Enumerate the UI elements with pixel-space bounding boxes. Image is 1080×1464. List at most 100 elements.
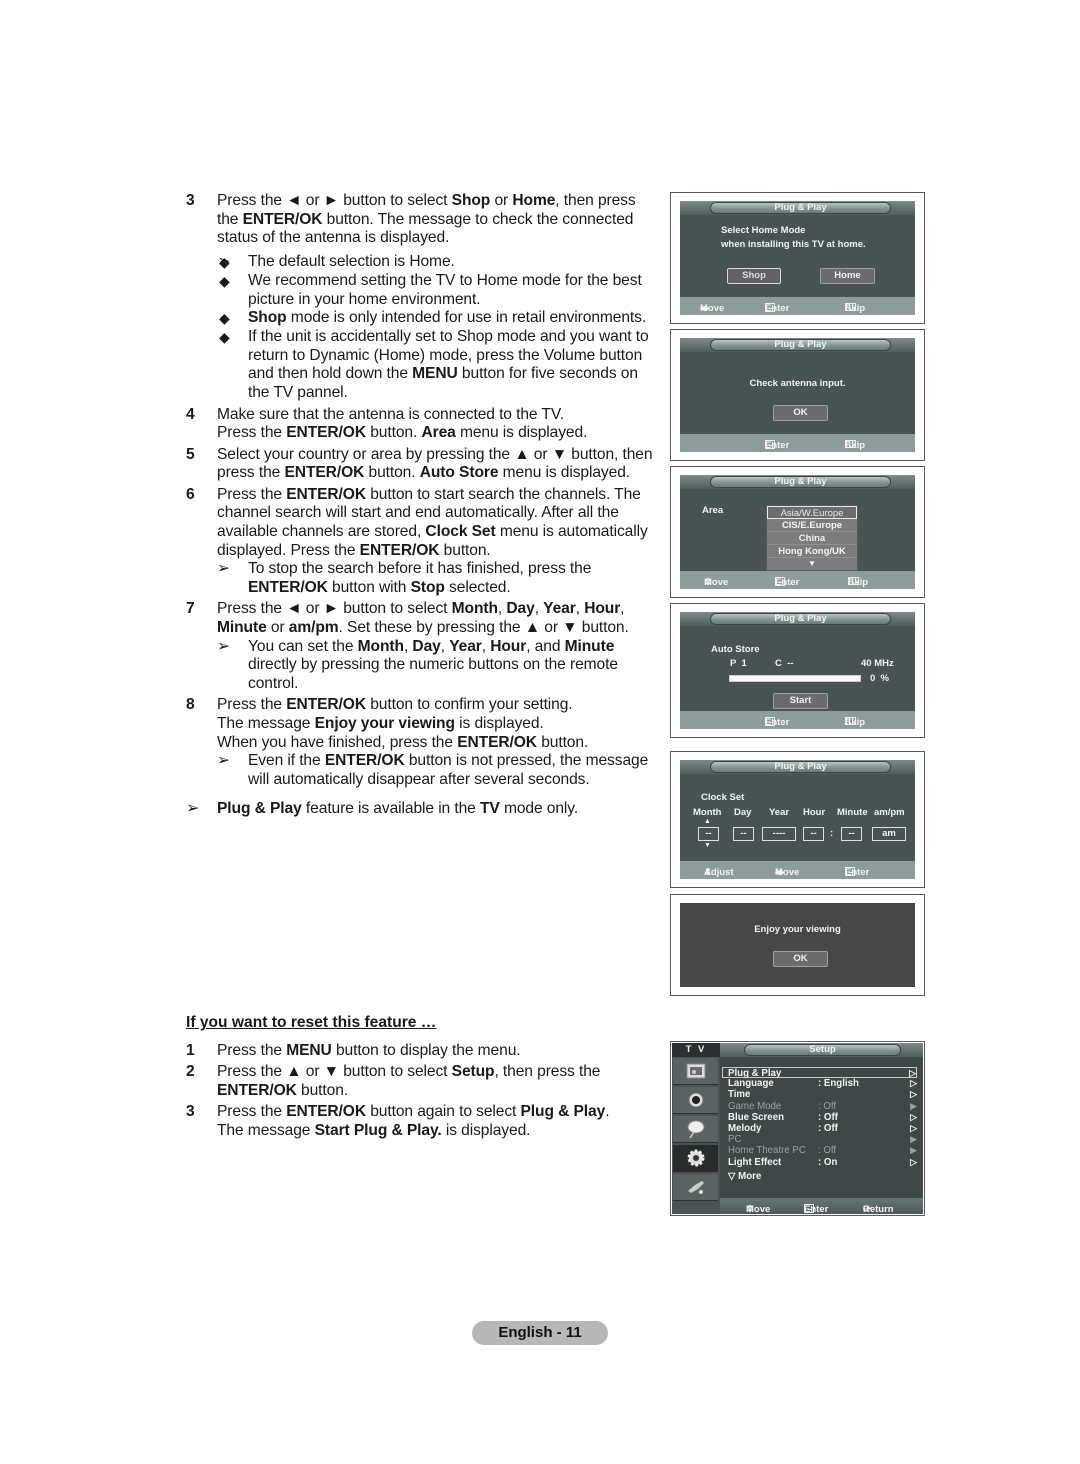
- osd-title: Plug & Play: [710, 339, 891, 351]
- bullet-item: ◆ We recommend setting the TV to Home mod…: [219, 271, 642, 308]
- note-arrow-icon: ➢: [217, 637, 230, 655]
- channel-number: C --: [775, 658, 794, 669]
- reset-section-title: If you want to reset this feature …: [186, 1014, 437, 1031]
- up-arrow-icon[interactable]: ▲: [704, 818, 711, 825]
- tv-mode-note: ➢ Plug & Play feature is available in th…: [186, 799, 579, 817]
- step-text: Press the ENTER/OK button to start searc…: [217, 485, 648, 559]
- sidebar-item-picture[interactable]: [673, 1058, 718, 1085]
- menu-item-blue-screen[interactable]: Blue Screen: Off ▷: [728, 1112, 917, 1123]
- step-text: Select your country or area by pressing …: [217, 445, 653, 482]
- note-arrow-icon: ➢: [186, 799, 200, 817]
- area-option[interactable]: China: [767, 532, 857, 545]
- step-8: 8 Press the ENTER/OK button to confirm y…: [186, 696, 656, 790]
- menu-item-light-effect[interactable]: Light Effect: On ▷: [728, 1157, 917, 1168]
- year-field[interactable]: ----: [762, 827, 796, 841]
- menu-item-melody[interactable]: Melody: Off ▷: [728, 1123, 917, 1134]
- time-separator: :: [830, 828, 834, 839]
- screen-enjoy-viewing: Enjoy your viewing OK: [670, 894, 925, 996]
- step-number: 5: [186, 445, 195, 463]
- ok-button[interactable]: OK: [773, 951, 828, 967]
- area-label: Area: [702, 505, 724, 516]
- down-arrow-icon[interactable]: ▼: [704, 842, 711, 849]
- diamond-bullet-icon: ◆: [219, 310, 230, 327]
- scroll-down-icon[interactable]: ▼: [767, 558, 857, 569]
- sidebar-item-channel[interactable]: [673, 1116, 718, 1143]
- menu-item-plug-and-play[interactable]: Plug & Play ▷: [722, 1067, 917, 1079]
- osd-title: Plug & Play: [710, 613, 891, 625]
- screen-clock-set: Plug & Play Clock Set Month Day Year Hou…: [670, 751, 925, 888]
- sidebar-item-setup[interactable]: [673, 1145, 718, 1172]
- menu-item-pc: PC ▶: [728, 1134, 917, 1146]
- bullet-item: ◆ If the unit is accidentally set to Shop…: [219, 327, 649, 402]
- input-plug-icon: [687, 1181, 704, 1194]
- start-button[interactable]: Start: [773, 693, 828, 709]
- step-text: Press the ENTER/OK button to confirm you…: [217, 696, 589, 751]
- step-text: Press the ◄ or ► button to select Shop o…: [217, 192, 636, 247]
- step-number: 2: [186, 1063, 195, 1081]
- day-header: Day: [734, 807, 752, 818]
- instructions-column: 3 Press the ◄ or ► button to select Shop…: [186, 192, 656, 819]
- diamond-bullet-icon: ◆: [219, 272, 230, 289]
- osd-title: Plug & Play: [710, 202, 891, 214]
- home-button[interactable]: Home: [820, 268, 875, 284]
- ampm-header: am/pm: [874, 807, 905, 818]
- clock-set-label: Clock Set: [701, 792, 745, 803]
- chevron-right-icon: ▷: [910, 1111, 917, 1122]
- step-6: 6 Press the ENTER/OK button to start sea…: [186, 486, 656, 598]
- month-field[interactable]: --: [698, 827, 719, 841]
- note-arrow-icon: ➢: [217, 752, 230, 770]
- step-note: ➢ You can set the Month, Day, Year, Hour,…: [217, 637, 618, 693]
- year-header: Year: [769, 807, 790, 818]
- osd-footer: ◂▸ Move Enter Skip: [680, 297, 915, 315]
- osd-footer: ⇕ Move Enter ⟳ Return: [720, 1198, 923, 1214]
- ok-button[interactable]: OK: [773, 405, 828, 421]
- step-text: Press the ENTER/OK button again to selec…: [217, 1103, 610, 1139]
- picture-icon: [686, 1063, 705, 1079]
- osd-title: Plug & Play: [710, 476, 891, 488]
- reset-step-2: 2 Press the ▲ or ▼ button to select Setu…: [186, 1063, 656, 1100]
- chevron-right-icon: ▷: [910, 1078, 917, 1089]
- bullet-item: ◆ Shop mode is only intended for use in r…: [219, 309, 647, 327]
- chevron-right-icon: ▷: [910, 1089, 917, 1100]
- osd-title: Plug & Play: [710, 761, 891, 773]
- menu-item-game-mode: Game Mode: Off ▶: [728, 1100, 917, 1112]
- sidebar-item-input[interactable]: [673, 1174, 718, 1201]
- step-text: Press the MENU button to display the men…: [217, 1042, 521, 1059]
- step-number: 8: [186, 696, 195, 714]
- menu-item-language[interactable]: Language: English ▷: [728, 1078, 917, 1089]
- progress-percent: 0 %: [870, 673, 890, 684]
- step-note: ➢ To stop the search before it has finish…: [217, 560, 592, 597]
- step-number: 4: [186, 405, 195, 423]
- screen-home-mode: Plug & Play Select Home Mode when instal…: [670, 192, 925, 324]
- reset-step-1: 1 Press the MENU button to display the m…: [186, 1042, 656, 1061]
- hour-header: Hour: [803, 807, 826, 818]
- osd-title: Setup: [744, 1044, 901, 1056]
- chevron-right-icon: ▶: [910, 1134, 917, 1145]
- note-arrow-icon: ➢: [217, 560, 230, 578]
- shop-button[interactable]: Shop: [727, 268, 781, 284]
- gear-icon: [687, 1149, 704, 1167]
- step-text: Make sure that the antenna is connected …: [217, 405, 588, 442]
- area-dropdown[interactable]: Asia/W.Europe CIS/E.Europe China Hong Ko…: [766, 505, 858, 571]
- day-field[interactable]: --: [733, 827, 754, 841]
- area-option[interactable]: Hong Kong/UK: [767, 545, 857, 558]
- auto-store-label: Auto Store: [711, 644, 760, 655]
- step-number: 3: [186, 192, 195, 209]
- hour-field[interactable]: --: [803, 827, 824, 841]
- step-5: 5 Select your country or area by pressin…: [186, 446, 656, 483]
- minute-field[interactable]: --: [841, 827, 862, 841]
- home-mode-heading: Select Home Mode: [721, 225, 806, 236]
- enjoy-message: Enjoy your viewing: [754, 924, 841, 935]
- menu-item-home-theatre-pc: Home Theatre PC: Off ▶: [728, 1145, 917, 1157]
- chevron-right-icon: ▷: [910, 1156, 917, 1167]
- sidebar-item-sound[interactable]: [673, 1087, 718, 1114]
- more-button[interactable]: ▽ More: [728, 1171, 917, 1182]
- frequency-readout: 40 MHz: [861, 658, 894, 669]
- ampm-field[interactable]: am: [872, 827, 906, 841]
- area-option[interactable]: Asia/W.Europe: [767, 506, 857, 519]
- menu-item-time[interactable]: Time ▷: [728, 1089, 917, 1100]
- area-option[interactable]: CIS/E.Europe: [767, 519, 857, 532]
- screen-check-antenna: Plug & Play Check antenna input. OK Ente…: [670, 329, 925, 461]
- month-header: Month: [693, 807, 722, 818]
- screen-area: Plug & Play Area Asia/W.Europe CIS/E.Eur…: [670, 466, 925, 598]
